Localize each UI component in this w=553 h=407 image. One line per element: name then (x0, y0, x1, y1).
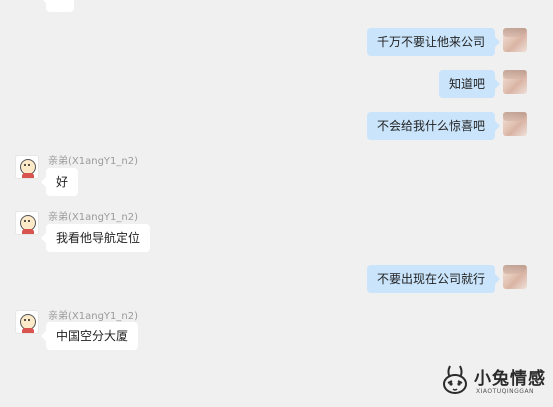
sender-name: 亲弟(X1angY1_n2) (48, 311, 138, 322)
message-text: 好 (56, 175, 69, 189)
chat-history[interactable]: 千万不要让他来公司 知道吧 不会给我什么惊喜吧 亲弟(X1angY1_n2) 好… (0, 0, 553, 407)
self-avatar[interactable] (503, 28, 527, 52)
message-text: 不要出现在公司就行 (376, 272, 485, 286)
message-text: 中国空分大厦 (56, 329, 129, 343)
message-text: 不会给我什么惊喜吧 (376, 119, 485, 133)
message-bubble-outgoing[interactable]: 不会给我什么惊喜吧 (366, 112, 501, 140)
self-avatar[interactable] (503, 112, 527, 136)
message-bubble-incoming[interactable]: 好 (40, 168, 79, 196)
message-bubble-incoming[interactable]: 中国空分大厦 (40, 322, 139, 350)
contact-avatar[interactable] (15, 211, 39, 235)
message-bubble-incoming[interactable] (41, 0, 74, 12)
message-text: 千万不要让他来公司 (376, 35, 485, 49)
self-avatar[interactable] (503, 265, 527, 289)
watermark-title: 小兔情感 (474, 369, 546, 389)
message-text: 我看他导航定位 (56, 231, 141, 245)
sender-name: 亲弟(X1angY1_n2) (48, 212, 138, 223)
watermark-subtitle: XIAOTUQINGGAN (476, 388, 535, 395)
message-bubble-incoming[interactable]: 我看他导航定位 (40, 224, 151, 252)
watermark: 小兔情感 XIAOTUQINGGAN (440, 362, 550, 404)
contact-avatar[interactable] (15, 310, 39, 334)
message-text: 知道吧 (448, 77, 485, 91)
rabbit-logo-icon (443, 365, 467, 394)
message-bubble-outgoing[interactable]: 千万不要让他来公司 (366, 28, 501, 56)
sender-name: 亲弟(X1angY1_n2) (48, 156, 138, 167)
self-avatar[interactable] (503, 70, 527, 94)
message-bubble-outgoing[interactable]: 知道吧 (438, 70, 501, 98)
message-bubble-outgoing[interactable]: 不要出现在公司就行 (366, 265, 501, 293)
contact-avatar[interactable] (15, 155, 39, 179)
